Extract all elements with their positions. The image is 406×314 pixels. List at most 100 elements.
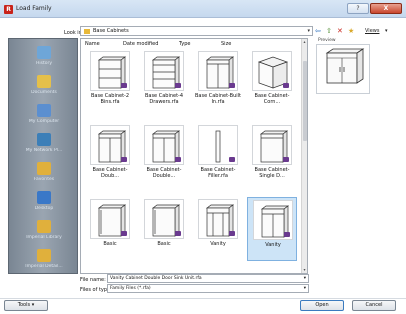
tools-button[interactable]: Tools ▾ (4, 300, 48, 311)
up-folder-icon[interactable]: ⇧ (326, 26, 332, 36)
file-tile[interactable]: Base Cabinet-Single D... (247, 123, 297, 187)
places-item-label: Documents (31, 90, 57, 95)
preview-pane (316, 44, 370, 94)
detail-folder-icon (37, 249, 51, 262)
preview-label: Preview (318, 38, 336, 43)
files-of-type-dropdown[interactable]: Family Files (*.rfa) ▾ (107, 284, 309, 293)
new-folder-icon[interactable]: ★ (348, 26, 354, 36)
cancel-button[interactable]: Cancel (352, 300, 396, 311)
help-button[interactable]: ? (347, 3, 369, 14)
title-bar[interactable]: R Load Family ? X (0, 0, 406, 18)
vertical-scrollbar[interactable]: ▴ ▾ (301, 39, 307, 273)
cabinet-thumbnail-icon (90, 125, 130, 165)
places-item[interactable]: Desktop (9, 188, 79, 216)
places-item[interactable]: Favorites (9, 159, 79, 187)
cabinet-thumbnail-icon (198, 125, 238, 165)
file-tile-label: Base Cabinet-Doub... (92, 167, 128, 179)
look-in-dropdown[interactable]: Base Cabinets ▾ (80, 26, 313, 36)
cabinet-thumbnail-icon (253, 200, 293, 240)
documents-icon (37, 75, 51, 88)
column-header-size[interactable]: Size (221, 41, 231, 47)
cabinet-thumbnail-icon (198, 199, 238, 239)
revit-family-badge-icon (121, 83, 127, 88)
computer-icon (37, 104, 51, 117)
places-item[interactable]: My Network Pl... (9, 130, 79, 158)
file-tile[interactable]: Base Cabinet-4 Drawers.rfa (139, 49, 189, 113)
file-tile-label: Vanity (210, 241, 226, 247)
file-tile[interactable]: Base Cabinet-2 Bins.rfa (85, 49, 135, 113)
cabinet-thumbnail-icon (90, 51, 130, 91)
views-button[interactable]: Views (365, 26, 379, 36)
cabinet-thumbnail-icon (198, 51, 238, 91)
file-tile-label: Base Cabinet-Corn... (254, 93, 290, 105)
file-tile[interactable]: Base Cabinet-Doub... (85, 123, 135, 187)
places-item[interactable]: My Computer (9, 101, 79, 129)
back-icon[interactable]: ⇦ (315, 26, 321, 36)
places-item[interactable]: Imperial Detail... (9, 246, 79, 274)
column-header-type[interactable]: Type (179, 41, 190, 47)
file-tile[interactable]: Base Cabinet-Double... (139, 123, 189, 187)
tools-label: Tools (17, 302, 31, 308)
column-header-name[interactable]: Name (85, 41, 100, 47)
cabinet-thumbnail-icon (144, 125, 184, 165)
revit-family-badge-icon (283, 83, 289, 88)
library-folder-icon (37, 220, 51, 233)
revit-family-badge-icon (283, 157, 289, 162)
chevron-down-icon[interactable]: ▾ (307, 28, 310, 34)
file-tile[interactable]: Base Cabinet-Built In.rfa (193, 49, 243, 113)
divider (0, 298, 406, 299)
places-item-label: Favorites (33, 177, 55, 182)
cabinet-thumbnail-icon (90, 199, 130, 239)
file-tile-label: Base Cabinet-4 Drawers.rfa (144, 93, 184, 105)
files-of-type-chevron-down-icon[interactable]: ▾ (304, 286, 306, 291)
revit-family-badge-icon (229, 83, 235, 88)
file-tile[interactable]: Basic (85, 197, 135, 261)
places-item-label: My Computer (28, 119, 60, 124)
places-bar: History Documents My Computer My Network Pl… (8, 38, 78, 274)
delete-icon[interactable]: ✕ (337, 26, 343, 36)
scrollbar-thumb[interactable] (303, 61, 307, 141)
open-button[interactable]: Open (300, 300, 344, 311)
file-tile-label: Basic (157, 241, 171, 247)
file-name-input[interactable]: Vanity Cabinet Double Door Sink Unit.rfa… (107, 274, 309, 283)
places-item[interactable]: History (9, 43, 79, 71)
file-tile-label: Base Cabinet-Built In.rfa (194, 93, 242, 105)
revit-family-badge-icon (175, 83, 181, 88)
file-tile-label: Base Cabinet-Double... (146, 167, 182, 179)
network-icon (37, 133, 51, 146)
close-button[interactable]: X (370, 3, 402, 14)
places-item[interactable]: Imperial Library (9, 217, 79, 245)
revit-family-badge-icon (175, 231, 181, 236)
places-item-label: Imperial Detail... (25, 264, 63, 269)
file-tile-label: Base Cabinet-Single D... (254, 167, 290, 179)
file-tile[interactable]: Vanity (247, 197, 297, 261)
file-tile-label: Base Cabinet-2 Bins.rfa (90, 93, 130, 105)
revit-family-badge-icon (229, 157, 235, 162)
revit-family-badge-icon (284, 232, 290, 237)
file-tile[interactable]: Vanity (193, 197, 243, 261)
window-title: Load Family (16, 5, 52, 12)
desktop-icon (37, 191, 51, 204)
file-tile-label: Vanity (265, 242, 281, 248)
scroll-down-icon[interactable]: ▾ (302, 267, 307, 273)
revit-app-icon: R (4, 5, 13, 14)
file-tile[interactable]: Base Cabinet-Filler.rfa (193, 123, 243, 187)
places-item-label: History (35, 61, 52, 66)
files-of-type-value: Family Files (*.rfa) (110, 286, 151, 291)
file-name-chevron-down-icon[interactable]: ▾ (304, 276, 306, 281)
views-chevron-down-icon[interactable]: ▾ (385, 26, 388, 36)
cabinet-thumbnail-icon (252, 125, 292, 165)
file-list[interactable]: Name Date modified Type Size Base Cabine… (80, 38, 308, 274)
places-item[interactable]: Documents (9, 72, 79, 100)
revit-family-badge-icon (229, 231, 235, 236)
cabinet-thumbnail-icon (144, 199, 184, 239)
scroll-up-icon[interactable]: ▴ (302, 39, 307, 45)
file-tile[interactable]: Base Cabinet-Corn... (247, 49, 297, 113)
load-family-dialog: R Load Family ? X Look in: Base Cabinets… (0, 0, 406, 314)
cabinet-thumbnail-icon (252, 51, 292, 91)
column-header-date-modified[interactable]: Date modified (123, 41, 158, 47)
file-name-label: File name: (80, 277, 106, 283)
preview-cabinet-image (325, 48, 365, 84)
file-tile[interactable]: Basic (139, 197, 189, 261)
history-icon (37, 46, 51, 59)
